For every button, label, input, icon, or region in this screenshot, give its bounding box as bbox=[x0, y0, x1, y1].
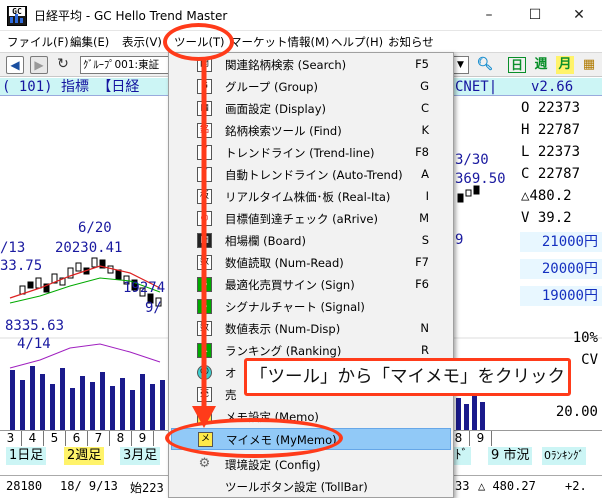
instruction-callout: 「ツール」から「マイメモ」をクリック bbox=[244, 358, 571, 396]
highlight-ellipse-mymemo bbox=[165, 418, 343, 458]
